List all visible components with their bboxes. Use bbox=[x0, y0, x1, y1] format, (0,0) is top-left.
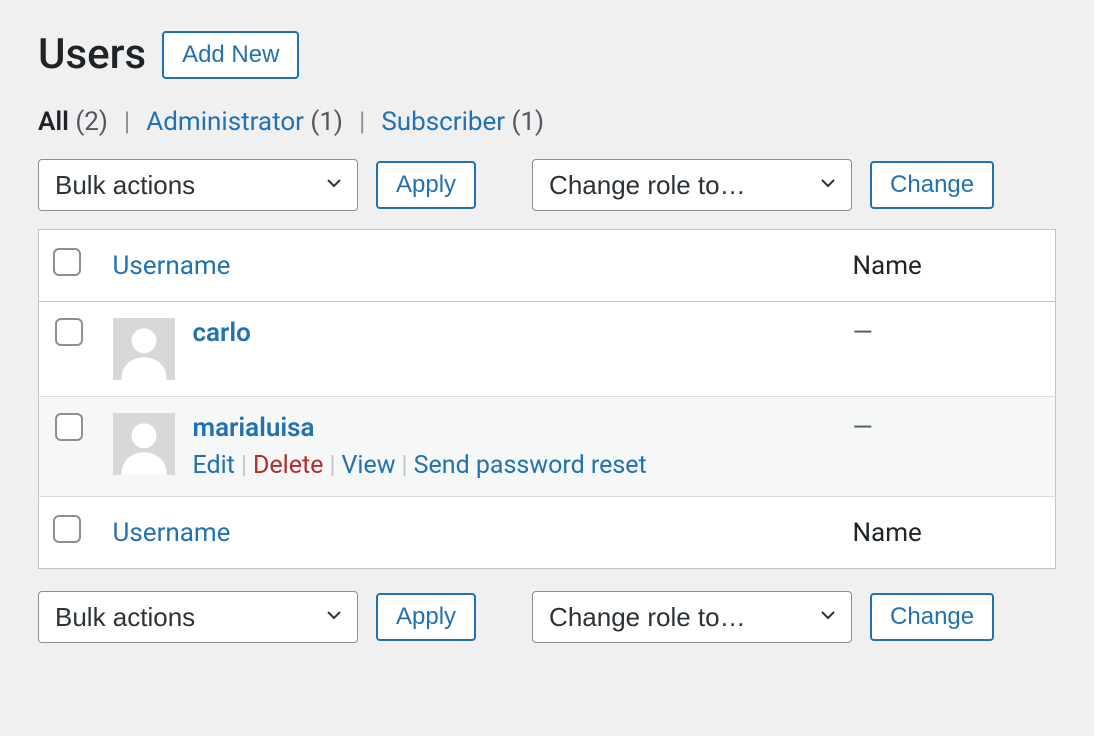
column-name: Name bbox=[839, 230, 1056, 302]
role-filters: All (2) | Administrator (1) | Subscriber… bbox=[38, 107, 1056, 137]
row-checkbox[interactable] bbox=[55, 318, 83, 346]
avatar bbox=[113, 318, 175, 380]
avatar bbox=[113, 413, 175, 475]
change-button[interactable]: Change bbox=[870, 161, 994, 209]
send-password-reset-link[interactable]: Send password reset bbox=[414, 451, 647, 480]
column-username-bottom[interactable]: Username bbox=[113, 518, 231, 548]
select-all-checkbox[interactable] bbox=[53, 248, 81, 276]
users-table: Username Name carlo — marialuisa Edit|Delet… bbox=[38, 229, 1056, 569]
name-cell: — bbox=[839, 397, 1056, 497]
apply-button-bottom[interactable]: Apply bbox=[376, 593, 476, 641]
top-actions: Bulk actions Apply Change role to… Chang… bbox=[38, 159, 1056, 211]
bottom-actions: Bulk actions Apply Change role to… Chang… bbox=[38, 591, 1056, 643]
username-link[interactable]: marialuisa bbox=[193, 413, 647, 443]
view-link[interactable]: View bbox=[342, 451, 396, 480]
change-button-bottom[interactable]: Change bbox=[870, 593, 994, 641]
filter-administrator[interactable]: Administrator bbox=[146, 107, 304, 137]
username-link[interactable]: carlo bbox=[193, 318, 251, 348]
change-role-select-bottom[interactable]: Change role to… bbox=[532, 591, 852, 643]
table-row: carlo — bbox=[39, 302, 1056, 397]
delete-link[interactable]: Delete bbox=[253, 451, 323, 480]
page-title: Users bbox=[38, 30, 146, 79]
filter-subscriber-count: (1) bbox=[512, 107, 545, 137]
apply-button[interactable]: Apply bbox=[376, 161, 476, 209]
edit-link[interactable]: Edit bbox=[193, 451, 235, 480]
bulk-actions-select-bottom[interactable]: Bulk actions bbox=[38, 591, 358, 643]
separator: | bbox=[118, 107, 136, 137]
column-username[interactable]: Username bbox=[113, 251, 231, 281]
row-checkbox[interactable] bbox=[55, 413, 83, 441]
filter-all[interactable]: All bbox=[38, 107, 69, 137]
filter-administrator-count: (1) bbox=[310, 107, 343, 137]
filter-subscriber[interactable]: Subscriber bbox=[381, 107, 505, 137]
column-name-bottom: Name bbox=[839, 497, 1056, 569]
page-header: Users Add New bbox=[38, 30, 1056, 79]
row-actions: Edit|Delete|View|Send password reset bbox=[193, 451, 647, 480]
add-new-button[interactable]: Add New bbox=[162, 31, 299, 79]
separator: | bbox=[353, 107, 371, 137]
select-all-checkbox-bottom[interactable] bbox=[53, 515, 81, 543]
name-cell: — bbox=[839, 302, 1056, 397]
filter-all-count: (2) bbox=[75, 107, 108, 137]
change-role-select[interactable]: Change role to… bbox=[532, 159, 852, 211]
bulk-actions-select[interactable]: Bulk actions bbox=[38, 159, 358, 211]
table-row: marialuisa Edit|Delete|View|Send password… bbox=[39, 397, 1056, 497]
